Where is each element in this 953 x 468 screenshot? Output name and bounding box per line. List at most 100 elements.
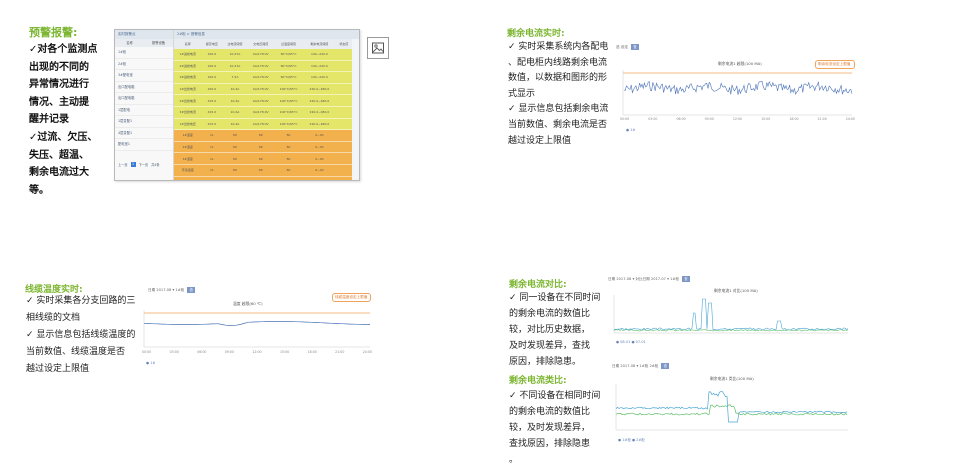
- table-cell: 1#温度: [174, 129, 202, 142]
- table-cell: 80: [222, 129, 248, 142]
- x-tick-label: 00:00: [142, 350, 152, 354]
- table-cell: 2#出线电流: [174, 94, 202, 107]
- table-cell: [335, 60, 352, 73]
- table-row[interactable]: 2#进线电流 220.0 10.47A 0A/178.0V 80°C/65°C 100~2…: [174, 60, 352, 73]
- table-cell: 80°C/65°C: [273, 60, 304, 73]
- alarm-section-title: 预警报警:: [29, 26, 78, 39]
- table-cell: 80: [222, 176, 248, 180]
- alarm-point-item[interactable]: 1层配电: [115, 105, 173, 116]
- table-cell: 10.47A: [222, 49, 248, 61]
- table-cell: 100°C/65°C: [273, 118, 304, 131]
- table-cell: 80°C/65°C: [273, 71, 304, 84]
- alarm-column-header: 额定电压: [201, 39, 223, 49]
- alarm-point-list: 实时报警点 名称 报警设备 1#柜 2#柜 3#配电室 出口配电箱 出口配电箱 1层配电 1…: [115, 30, 174, 180]
- residual-realtime-plot: [622, 70, 853, 116]
- residual-realtime-xticks: 00:00 03:00 06:00 09:00 12:00 15:00 18:00 21:00…: [620, 117, 855, 121]
- bullet-line: ✓过流、欠压、: [29, 132, 98, 143]
- table-row[interactable]: 3#出线电流 415.0 10.4A 0A/178.0V 100°C/65°C 220.0…: [174, 106, 352, 119]
- alarm-column-header: 过温度阈值: [273, 39, 304, 49]
- bullet-line: 醒并记录: [29, 114, 69, 126]
- alarm-point-item[interactable]: 出口配电箱: [115, 82, 173, 93]
- table-cell: 0A/178.0V: [247, 60, 274, 73]
- table-cell: [335, 83, 352, 96]
- alarm-point-item[interactable]: 1层变配1: [115, 116, 173, 128]
- alarm-point-item[interactable]: 配电室1: [115, 139, 173, 151]
- alarm-detail-header: 2#柜 > 报警信息: [174, 30, 359, 39]
- table-row[interactable]: 2#温度 11 80 80 80 0~40: [174, 141, 352, 154]
- table-cell: [335, 94, 352, 107]
- cable-temp-plot: [143, 310, 370, 348]
- bullet-line: 原因，排除隐患。: [509, 357, 582, 367]
- table-cell: 220.0~480.0: [303, 106, 336, 119]
- table-cell: 80: [247, 129, 274, 142]
- table-cell: 100~220.0: [303, 60, 336, 73]
- table-cell: 80: [273, 152, 304, 165]
- table-cell: 10.4A: [222, 118, 248, 131]
- table-row[interactable]: 剩余电流118080800~40: [174, 176, 352, 180]
- table-cell: 11: [201, 141, 223, 154]
- table-cell: 11: [201, 164, 223, 177]
- table-cell: 10.4A: [222, 106, 248, 119]
- bullet-line: 出现的不同的: [29, 61, 89, 73]
- table-cell: 3#温度: [174, 152, 202, 165]
- alarm-point-list-header: 实时报警点: [115, 30, 173, 39]
- residual-realtime-legend: ● 1#: [626, 128, 636, 132]
- table-cell: 2#温度: [174, 141, 202, 154]
- residual-realtime-title: 剩余电流实时:: [507, 29, 565, 39]
- alarm-point-item[interactable]: 2#柜: [115, 59, 173, 70]
- residual-series-line: [623, 80, 853, 95]
- table-row[interactable]: 1#进线电流 220.0 10.47A 0A/178.0V 80°C/65°C 100~2…: [174, 49, 352, 61]
- table-cell: 415.0: [201, 118, 223, 131]
- alarm-point-item[interactable]: 4层变配1: [115, 128, 173, 139]
- alarm-point-item[interactable]: 3#配电室: [115, 70, 173, 82]
- x-tick-label: 21:00: [335, 350, 345, 354]
- alarm-point-item[interactable]: 出口配电箱: [115, 93, 173, 105]
- table-cell: 100°C/65°C: [273, 106, 304, 119]
- table-cell: 0A/178.0V: [247, 71, 274, 84]
- table-cell: 220.0: [201, 49, 223, 61]
- bullet-line: 失压、超温、: [29, 149, 89, 161]
- bullet-line: 越过设定上限值: [508, 135, 572, 146]
- x-tick-label: 09:00: [704, 117, 714, 121]
- table-cell: 7.5A: [222, 71, 248, 84]
- image-icon[interactable]: [367, 37, 389, 59]
- table-cell: 3#进线电流: [174, 71, 202, 84]
- table-row[interactable]: 1#出线电压 415.0 10.4A 0A/178.0V 100°C/65°C 220.0…: [174, 118, 352, 131]
- alarm-point-list-subheader: 名称 报警设备: [115, 39, 173, 47]
- cable-temp-series-line: [143, 321, 370, 326]
- table-cell: 80: [273, 129, 304, 142]
- x-tick-label: 00:00: [620, 117, 630, 121]
- pager-prev[interactable]: 上一页: [118, 162, 128, 167]
- table-row[interactable]: 3#温度 11 80 80 80 0~40: [174, 152, 352, 165]
- pager-next[interactable]: 下一页: [139, 162, 149, 167]
- bullet-line: 剩余电流过大: [29, 167, 89, 179]
- table-cell: 0~40: [303, 152, 336, 165]
- residual-compare-legend: ● 08-01 ● 07-01: [616, 340, 646, 344]
- bullet-line: ✓ 显示信息包括线缆温度的: [26, 330, 136, 340]
- pager-page-1[interactable]: 1: [130, 162, 136, 167]
- pager-total: 共4条: [151, 163, 160, 167]
- alarm-column-header: 欠电压阈值: [247, 39, 274, 49]
- table-cell: 0A/178.0V: [247, 118, 274, 131]
- x-tick-label: 12:00: [732, 117, 743, 121]
- table-cell: 10.47A: [222, 60, 248, 73]
- bullet-line: ✓ 不同设备在相同时间: [509, 391, 601, 401]
- table-row[interactable]: 1#温度 11 80 80 80 0~40: [174, 129, 352, 142]
- table-row[interactable]: 环境温度 11 80 80 80 0~40: [174, 164, 352, 177]
- table-cell: 0~40: [303, 164, 336, 177]
- table-cell: [335, 71, 352, 84]
- bullet-line: 越过设定上限值: [26, 364, 90, 374]
- table-row[interactable]: 3#进线电流 220.0 7.5A 0A/178.0V 80°C/65°C 100~220…: [174, 71, 352, 84]
- alarm-column-header: 名称: [174, 39, 202, 49]
- alarm-point-item[interactable]: 1#柜: [115, 47, 173, 59]
- table-row[interactable]: 1#出线电流 220.0 10.4A 0A/178.0V 100°C/65°C 220.0…: [174, 83, 352, 96]
- x-tick-label: 18:00: [789, 117, 799, 121]
- table-cell: 1#进线电流: [174, 49, 202, 61]
- table-cell: 0~40: [303, 141, 336, 154]
- table-cell: 80: [247, 152, 274, 165]
- table-cell: 220.0: [201, 60, 223, 73]
- bullet-line: 相线缆的文档: [26, 313, 81, 323]
- table-cell: 0~40: [303, 176, 336, 180]
- table-row[interactable]: 2#出线电流 415.0 10.4A 0A/178.0V 100°C/65°C 220.0…: [174, 94, 352, 107]
- alarm-detail-table: 名称 额定电压 过电流阈值 欠电压阈值 过温度阈值 剩余电流阈值 状态值 1#进线电流 220…: [174, 39, 352, 180]
